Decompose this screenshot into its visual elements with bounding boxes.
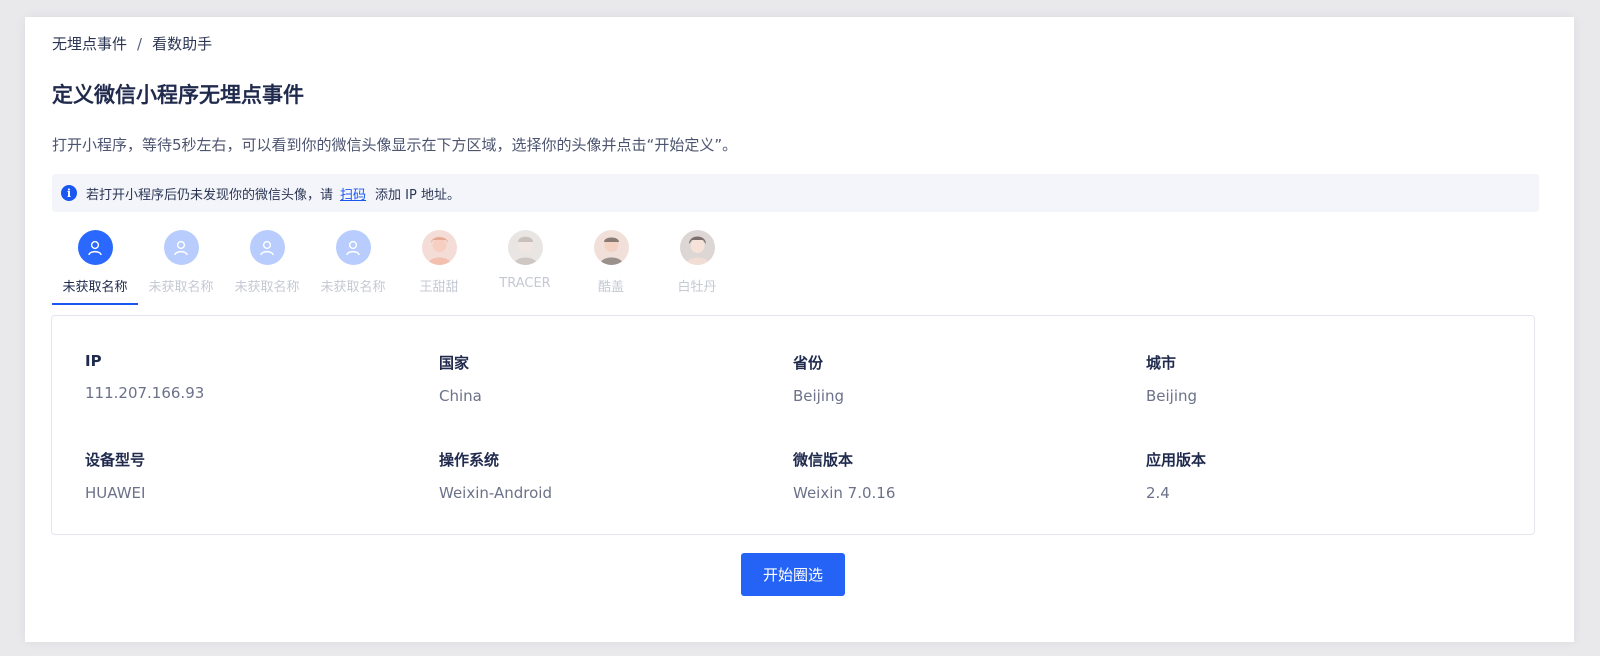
info-icon: i	[61, 185, 77, 201]
breadcrumb-current: 看数助手	[152, 35, 213, 53]
user-tab[interactable]: 未获取名称	[52, 228, 138, 305]
breadcrumb: 无埋点事件 / 看数助手	[52, 33, 212, 54]
device-value: HUAWEI	[85, 484, 146, 502]
user-name: 未获取名称	[62, 280, 128, 295]
wechat-version-field: 微信版本 Weixin 7.0.16	[793, 449, 1093, 502]
user-tab[interactable]: 白牡丹	[654, 228, 740, 305]
city-field: 城市 Beijing	[1146, 352, 1446, 405]
province-field: 省份 Beijing	[793, 352, 1093, 405]
user-name: TRACER	[499, 276, 551, 291]
user-photo	[421, 230, 457, 265]
user-name: 未获取名称	[148, 280, 214, 295]
user-tab[interactable]: 未获取名称	[224, 228, 310, 305]
province-label: 省份	[793, 354, 824, 372]
wechat-version-label: 微信版本	[793, 451, 854, 469]
default-user-icon	[249, 230, 285, 265]
user-tabs: 未获取名称 未获取名称 未获取名称 未获取名称 王甜甜 TRACER 酷盖 白牡…	[52, 228, 740, 305]
ip-field: IP 111.207.166.93	[85, 352, 385, 402]
scan-qr-link[interactable]: 扫码	[340, 184, 366, 203]
breadcrumb-parent-link[interactable]: 无埋点事件	[52, 33, 127, 54]
device-label: 设备型号	[85, 451, 146, 469]
user-name: 未获取名称	[234, 280, 300, 295]
user-name: 王甜甜	[419, 280, 459, 295]
user-tab[interactable]: 酷盖	[568, 228, 654, 305]
app-version-field: 应用版本 2.4	[1146, 449, 1446, 502]
device-field: 设备型号 HUAWEI	[85, 449, 385, 502]
os-label: 操作系统	[439, 451, 500, 469]
country-field: 国家 China	[439, 352, 739, 405]
app-version-value: 2.4	[1146, 484, 1170, 502]
user-name: 酷盖	[597, 280, 624, 295]
os-value: Weixin-Android	[439, 484, 552, 502]
page-title: 定义微信小程序无埋点事件	[52, 83, 304, 107]
user-tab[interactable]: 未获取名称	[310, 228, 396, 305]
country-label: 国家	[439, 354, 470, 372]
app-version-label: 应用版本	[1146, 451, 1207, 469]
start-selection-button[interactable]: 开始圈选	[741, 553, 845, 596]
notice-text: 若打开小程序后仍未发现你的微信头像，请	[86, 187, 334, 203]
province-value: Beijing	[793, 387, 845, 405]
user-tab[interactable]: 未获取名称	[138, 228, 224, 305]
notice-banner: i 若打开小程序后仍未发现你的微信头像，请 扫码 添加 IP 地址。	[52, 174, 1539, 212]
default-user-icon	[335, 230, 371, 265]
main-card: 无埋点事件 / 看数助手 定义微信小程序无埋点事件 打开小程序，等待5秒左右，可…	[25, 17, 1574, 642]
default-user-icon	[163, 230, 199, 265]
ip-label: IP	[85, 352, 102, 370]
os-field: 操作系统 Weixin-Android	[439, 449, 739, 502]
country-value: China	[439, 387, 482, 405]
user-name: 未获取名称	[320, 280, 386, 295]
user-name: 白牡丹	[677, 280, 717, 295]
user-photo	[679, 230, 715, 265]
wechat-version-value: Weixin 7.0.16	[793, 484, 896, 502]
ip-value: 111.207.166.93	[85, 384, 205, 402]
user-photo	[593, 230, 629, 265]
user-tab[interactable]: TRACER	[482, 228, 568, 305]
notice-text-after: 添加 IP 地址。	[375, 187, 460, 203]
user-tab[interactable]: 王甜甜	[396, 228, 482, 305]
city-label: 城市	[1146, 354, 1177, 372]
page-subtitle: 打开小程序，等待5秒左右，可以看到你的微信头像显示在下方区域，选择你的头像并点击…	[52, 136, 738, 154]
user-photo	[507, 230, 543, 265]
default-user-icon	[77, 230, 113, 265]
city-value: Beijing	[1146, 387, 1198, 405]
breadcrumb-separator: /	[137, 34, 143, 53]
user-detail-panel: IP 111.207.166.93 国家 China 省份 Beijing 城市…	[51, 315, 1535, 535]
